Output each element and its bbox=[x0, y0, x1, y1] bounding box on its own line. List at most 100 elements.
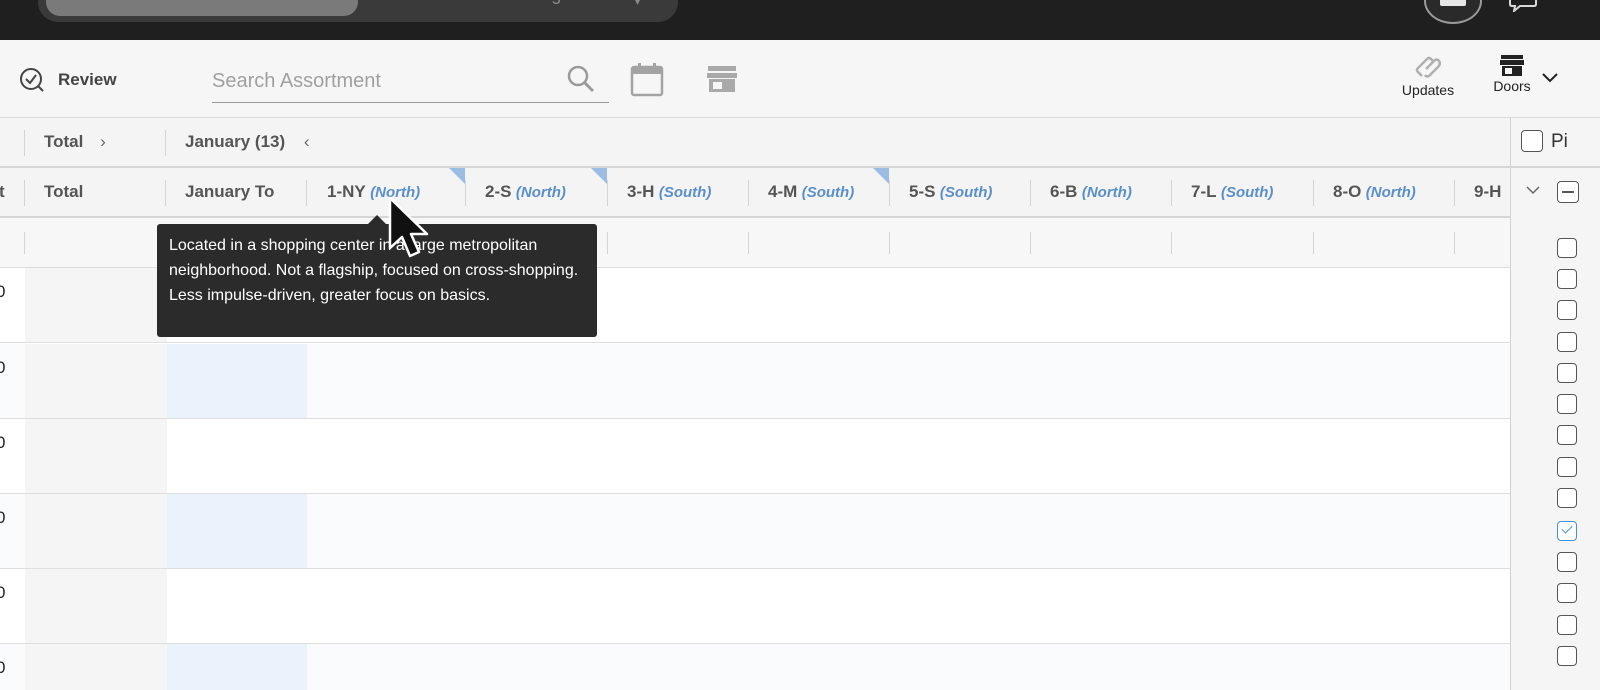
grid-header-group-row: Total › January (13) ‹ bbox=[0, 118, 1510, 168]
store-icon[interactable] bbox=[706, 64, 738, 94]
column-divider bbox=[748, 232, 749, 254]
row-checkbox[interactable] bbox=[1557, 300, 1577, 320]
brand-selector[interactable]: All Brands bbox=[46, 0, 358, 16]
store-code: 2-S bbox=[485, 182, 512, 201]
store-region: (South) bbox=[801, 184, 855, 201]
select-all-checkbox[interactable] bbox=[1521, 130, 1543, 152]
panel-header-label: Pi bbox=[1551, 131, 1568, 152]
row-checkbox[interactable] bbox=[1557, 615, 1577, 635]
user-icon bbox=[1440, 0, 1466, 6]
row-checkbox[interactable] bbox=[1557, 363, 1577, 383]
assortment-selector[interactable]: UE Tamara Testing bbox=[410, 0, 610, 16]
row-checkbox[interactable] bbox=[1557, 457, 1577, 477]
month-total-cell[interactable] bbox=[167, 644, 307, 690]
total-cell[interactable] bbox=[25, 419, 167, 493]
chevron-down-icon[interactable] bbox=[1540, 70, 1560, 86]
note-indicator bbox=[449, 168, 465, 184]
grid-header-column-row: t Total January To 1-NY (North) 2-S (Nor… bbox=[0, 168, 1510, 218]
table-row[interactable]: 0 bbox=[0, 419, 1510, 494]
total-cell[interactable] bbox=[25, 344, 167, 418]
row-checkbox[interactable] bbox=[1557, 238, 1577, 258]
month-total-column-header[interactable]: January To bbox=[185, 182, 295, 202]
cut-column-header[interactable]: t bbox=[0, 182, 5, 202]
total-group-label: Total bbox=[44, 132, 84, 151]
row-checkbox[interactable] bbox=[1557, 394, 1577, 414]
row-checkbox[interactable] bbox=[1557, 521, 1577, 541]
month-total-cell[interactable] bbox=[167, 494, 307, 568]
row-value: 0 bbox=[0, 658, 6, 677]
review-label: Review bbox=[58, 70, 117, 89]
store-column-header[interactable]: 2-S (North) bbox=[466, 168, 607, 218]
chevron-down-icon[interactable] bbox=[1525, 184, 1541, 196]
row-checkbox[interactable] bbox=[1557, 269, 1577, 289]
store-column-header[interactable]: 7-L (South) bbox=[1172, 168, 1313, 218]
row-checkbox[interactable] bbox=[1557, 488, 1577, 508]
row-checkbox[interactable] bbox=[1557, 332, 1577, 352]
table-row[interactable]: 0 bbox=[0, 344, 1510, 419]
store-region: (North) bbox=[1365, 184, 1416, 201]
row-checkbox[interactable] bbox=[1557, 583, 1577, 603]
calendar-icon[interactable] bbox=[630, 62, 664, 98]
store-region: (North) bbox=[1081, 184, 1132, 201]
month-group-header[interactable]: January (13) ‹ bbox=[185, 132, 310, 152]
store-code: 6-B bbox=[1050, 182, 1078, 201]
column-divider bbox=[24, 232, 25, 254]
store-description-tooltip: Located in a shopping center in a large … bbox=[157, 224, 597, 337]
column-divider bbox=[889, 232, 890, 254]
tooltip-arrow bbox=[368, 215, 386, 224]
chevron-down-icon[interactable]: ▾ bbox=[634, 0, 641, 9]
total-cell[interactable] bbox=[25, 644, 167, 690]
table-row[interactable]: 0 bbox=[0, 494, 1510, 569]
column-divider bbox=[24, 130, 25, 156]
row-checkbox[interactable] bbox=[1557, 646, 1577, 666]
store-column-header[interactable]: 3-H (South) bbox=[608, 168, 748, 218]
month-group-label: January (13) bbox=[185, 132, 286, 151]
note-indicator bbox=[873, 168, 889, 184]
total-cell[interactable] bbox=[25, 569, 167, 643]
right-selection-panel: Pi bbox=[1510, 118, 1600, 690]
check-circle-icon bbox=[20, 68, 44, 92]
chat-icon[interactable] bbox=[1508, 0, 1538, 12]
row-checkbox[interactable] bbox=[1557, 425, 1577, 445]
store-column-header[interactable]: 6-B (North) bbox=[1031, 168, 1171, 218]
store-column-header[interactable]: 5-S (South) bbox=[890, 168, 1030, 218]
total-group-header[interactable]: Total › bbox=[44, 132, 106, 152]
store-code: 8-O bbox=[1333, 182, 1362, 201]
review-button[interactable]: Review bbox=[18, 66, 117, 94]
month-total-cell[interactable] bbox=[167, 569, 307, 643]
updates-button[interactable]: Updates bbox=[1396, 54, 1460, 98]
store-region: (North) bbox=[515, 184, 566, 201]
column-divider bbox=[1171, 232, 1172, 254]
chevron-right-icon[interactable]: › bbox=[100, 132, 106, 151]
chevron-left-icon[interactable]: ‹ bbox=[304, 132, 310, 151]
search-input[interactable] bbox=[212, 64, 552, 98]
store-column-header[interactable]: 1-NY (North) bbox=[307, 168, 465, 218]
store-region: (South) bbox=[1220, 184, 1274, 201]
column-divider bbox=[165, 130, 166, 156]
app-top-bar: All Brands UE Tamara Testing ▾ bbox=[0, 0, 1600, 40]
search-field bbox=[212, 62, 609, 103]
row-checkbox[interactable] bbox=[1557, 552, 1577, 572]
row-value: 0 bbox=[0, 282, 6, 301]
note-indicator bbox=[591, 168, 607, 184]
table-row[interactable]: 0 bbox=[0, 569, 1510, 644]
collapse-all-checkbox[interactable] bbox=[1557, 181, 1579, 203]
store-column-header[interactable]: 9-H bbox=[1455, 168, 1510, 218]
month-total-cell[interactable] bbox=[167, 344, 307, 418]
toolbar: Review Updates Doors bbox=[0, 40, 1600, 118]
total-cell[interactable] bbox=[25, 494, 167, 568]
row-value: 0 bbox=[0, 508, 6, 527]
store-column-header[interactable]: 8-O (North) bbox=[1314, 168, 1454, 218]
column-divider bbox=[1030, 232, 1031, 254]
panel-header: Pi bbox=[1511, 118, 1600, 168]
table-row[interactable]: 0 bbox=[0, 644, 1510, 690]
total-cell[interactable] bbox=[25, 268, 167, 342]
store-column-header[interactable]: 4-M (South) bbox=[749, 168, 889, 218]
month-total-cell[interactable] bbox=[167, 419, 307, 493]
doors-button[interactable]: Doors bbox=[1486, 54, 1538, 94]
row-value: 0 bbox=[0, 433, 6, 452]
search-icon[interactable] bbox=[566, 64, 596, 94]
total-column-header[interactable]: Total bbox=[44, 182, 83, 202]
column-divider bbox=[607, 232, 608, 254]
column-divider bbox=[1313, 232, 1314, 254]
